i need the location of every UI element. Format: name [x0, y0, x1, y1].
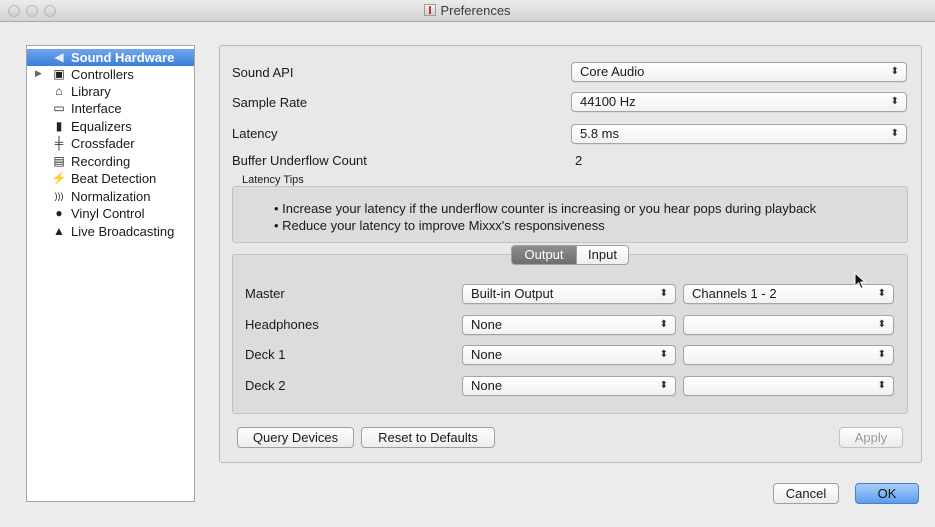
deck-2-device-select[interactable]: None ⬍: [462, 376, 676, 396]
latency-tips-box: • Increase your latency if the underflow…: [232, 186, 908, 243]
sidebar-item-recording[interactable]: ▤ Recording: [27, 153, 194, 170]
sample-rate-select[interactable]: 44100 Hz ⬍: [571, 92, 907, 112]
sample-rate-label: Sample Rate: [232, 95, 308, 110]
deck-2-device-value: None: [471, 378, 503, 393]
broadcast-icon: ▲: [53, 224, 65, 238]
query-devices-button[interactable]: Query Devices: [237, 427, 354, 448]
sidebar-item-label: Vinyl Control: [71, 206, 145, 221]
tab-output[interactable]: Output: [511, 245, 577, 265]
headphones-device-value: None: [471, 317, 503, 332]
sidebar-item-label: Beat Detection: [71, 171, 157, 186]
sample-rate-value: 44100 Hz: [580, 94, 636, 109]
sidebar-item-label: Sound Hardware: [71, 50, 175, 65]
recording-icon: ▤: [53, 154, 65, 168]
updown-arrows-icon: ⬍: [890, 66, 899, 77]
sidebar-item-controllers[interactable]: ▶ ▣ Controllers: [27, 66, 194, 83]
sidebar-item-normalization[interactable]: ))) Normalization: [27, 188, 194, 205]
sidebar-item-label: Controllers: [71, 67, 134, 82]
sidebar-item-library[interactable]: ⌂ Library: [27, 83, 194, 100]
sound-api-select[interactable]: Core Audio ⬍: [571, 62, 907, 82]
cancel-button[interactable]: Cancel: [773, 483, 839, 504]
app-icon: [424, 4, 437, 16]
latency-select[interactable]: 5.8 ms ⬍: [571, 124, 907, 144]
deck-1-channels-select[interactable]: ⬍: [683, 345, 894, 365]
ok-button[interactable]: OK: [855, 483, 919, 504]
vinyl-icon: ●: [55, 206, 63, 220]
updown-arrows-icon: ⬍: [877, 349, 886, 360]
updown-arrows-icon: ⬍: [877, 288, 886, 299]
updown-arrows-icon: ⬍: [659, 288, 668, 299]
reset-to-defaults-button[interactable]: Reset to Defaults: [361, 427, 495, 448]
tab-input[interactable]: Input: [577, 245, 629, 265]
headphones-label: Headphones: [245, 317, 319, 332]
latency-tip-2: • Reduce your latency to improve Mixxx's…: [274, 218, 605, 233]
output-input-box: Master Built-in Output ⬍ Channels 1 - 2 …: [232, 254, 908, 414]
updown-arrows-icon: ⬍: [877, 380, 886, 391]
sidebar-item-label: Interface: [71, 101, 122, 116]
latency-value: 5.8 ms: [580, 126, 620, 141]
window-title-text: Preferences: [440, 3, 511, 18]
master-label: Master: [245, 286, 285, 301]
latency-tip-1: • Increase your latency if the underflow…: [274, 201, 817, 216]
updown-arrows-icon: ⬍: [877, 319, 886, 330]
updown-arrows-icon: ⬍: [659, 380, 668, 391]
updown-arrows-icon: ⬍: [890, 128, 899, 139]
deck-1-label: Deck 1: [245, 347, 286, 362]
controller-icon: ▣: [53, 67, 65, 81]
mouse-pointer-icon: [854, 272, 867, 290]
deck-2-channels-select[interactable]: ⬍: [683, 376, 894, 396]
window-title: Preferences: [0, 3, 935, 18]
deck-2-label: Deck 2: [245, 378, 286, 393]
master-channels-value: Channels 1 - 2: [692, 286, 777, 301]
latency-label: Latency: [232, 126, 278, 141]
master-device-select[interactable]: Built-in Output ⬍: [462, 284, 676, 304]
master-device-value: Built-in Output: [471, 286, 554, 301]
sidebar-item-interface[interactable]: ▭ Interface: [27, 100, 194, 117]
speaker-icon: ◀: [54, 50, 64, 64]
sidebar-item-label: Recording: [71, 154, 131, 169]
latency-tips-heading: Latency Tips: [242, 174, 304, 186]
sidebar-item-equalizers[interactable]: ▮ Equalizers: [27, 118, 194, 135]
sound-api-label: Sound API: [232, 65, 294, 80]
updown-arrows-icon: ⬍: [659, 319, 668, 330]
normalization-icon: ))): [54, 191, 64, 201]
underflow-count-value: 2: [575, 153, 583, 168]
sidebar-item-live-broadcasting[interactable]: ▲ Live Broadcasting: [27, 223, 194, 240]
updown-arrows-icon: ⬍: [890, 96, 899, 107]
sidebar-item-vinyl-control[interactable]: ● Vinyl Control: [27, 205, 194, 222]
crossfader-icon: ╪: [54, 136, 64, 150]
deck-1-device-select[interactable]: None ⬍: [462, 345, 676, 365]
beat-detection-icon: ⚡: [51, 171, 67, 185]
sidebar-item-label: Normalization: [71, 189, 151, 204]
apply-button[interactable]: Apply: [839, 427, 903, 448]
headphones-channels-select[interactable]: ⬍: [683, 315, 894, 335]
sound-hardware-panel: Sound API Core Audio ⬍ Sample Rate 44100…: [219, 45, 922, 463]
sidebar-item-crossfader[interactable]: ╪ Crossfader: [27, 135, 194, 152]
sidebar-item-sound-hardware[interactable]: ◀ Sound Hardware: [27, 49, 194, 66]
updown-arrows-icon: ⬍: [659, 349, 668, 360]
sound-api-value: Core Audio: [580, 64, 645, 79]
monitor-icon: ▭: [53, 101, 65, 115]
sidebar-item-label: Crossfader: [71, 136, 135, 151]
underflow-count-label: Buffer Underflow Count: [232, 153, 367, 168]
title-bar: Preferences: [0, 0, 935, 22]
library-icon: ⌂: [55, 84, 63, 98]
deck-1-device-value: None: [471, 347, 503, 362]
sidebar-item-label: Live Broadcasting: [71, 224, 175, 239]
sidebar-item-label: Library: [71, 84, 111, 99]
headphones-device-select[interactable]: None ⬍: [462, 315, 676, 335]
sidebar-item-label: Equalizers: [71, 119, 132, 134]
equalizer-icon: ▮: [55, 119, 63, 133]
preferences-sidebar: ◀ Sound Hardware ▶ ▣ Controllers ⌂ Libra…: [26, 45, 195, 502]
disclosure-triangle-icon[interactable]: ▶: [35, 68, 42, 79]
sidebar-item-beat-detection[interactable]: ⚡ Beat Detection: [27, 170, 194, 187]
